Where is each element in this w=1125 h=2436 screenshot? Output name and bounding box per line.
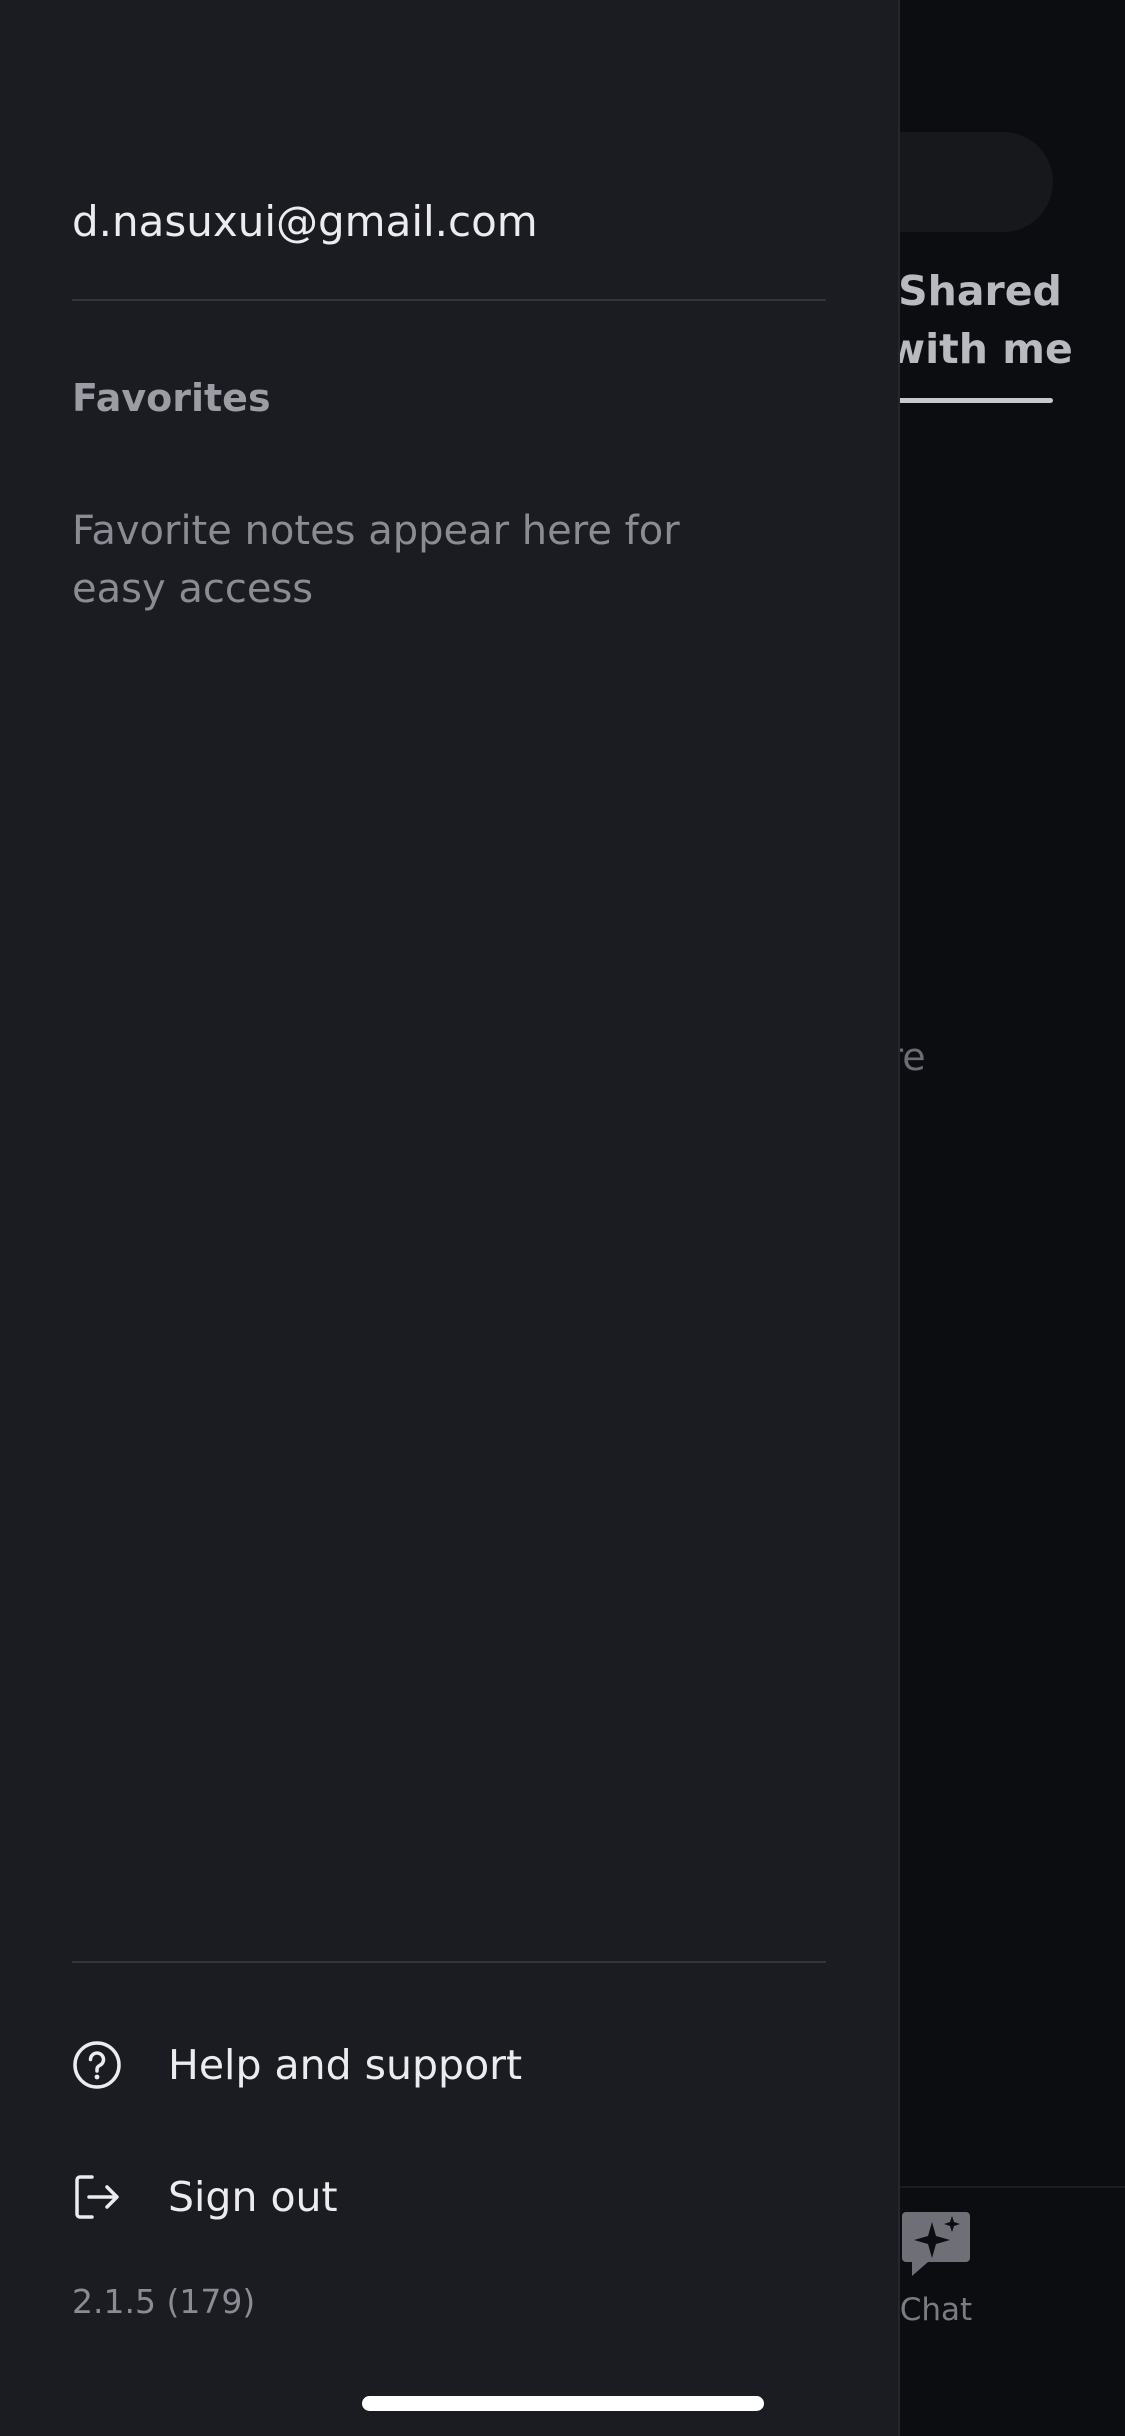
tab-shared-with-me[interactable]: Shared with me xyxy=(880,262,1080,378)
account-email: d.nasuxui@gmail.com xyxy=(72,197,538,246)
sign-out-button[interactable]: Sign out xyxy=(72,2157,826,2237)
help-circle-icon xyxy=(72,2040,122,2090)
help-and-support-button[interactable]: Help and support xyxy=(72,2025,826,2105)
tab-shared-label-line1: Shared xyxy=(898,267,1062,315)
chat-sparkle-icon[interactable] xyxy=(898,2206,974,2282)
tab-shared-label-line2: with me xyxy=(887,325,1073,373)
app-version: 2.1.5 (179) xyxy=(72,2282,256,2321)
navigation-drawer: d.nasuxui@gmail.com Favorites Favorite n… xyxy=(0,0,900,2436)
screen: Shared with me here Chat d.nasuxui@gmail… xyxy=(0,0,1125,2436)
sign-out-label: Sign out xyxy=(168,2173,338,2221)
tab-active-underline xyxy=(880,398,1053,403)
favorites-empty-message: Favorite notes appear here for easy acce… xyxy=(72,508,680,612)
favorites-title: Favorites xyxy=(72,376,271,420)
home-indicator[interactable] xyxy=(362,2396,764,2411)
divider xyxy=(72,299,826,301)
sign-out-icon xyxy=(72,2172,122,2222)
divider xyxy=(72,1961,826,1963)
help-and-support-label: Help and support xyxy=(168,2041,523,2089)
